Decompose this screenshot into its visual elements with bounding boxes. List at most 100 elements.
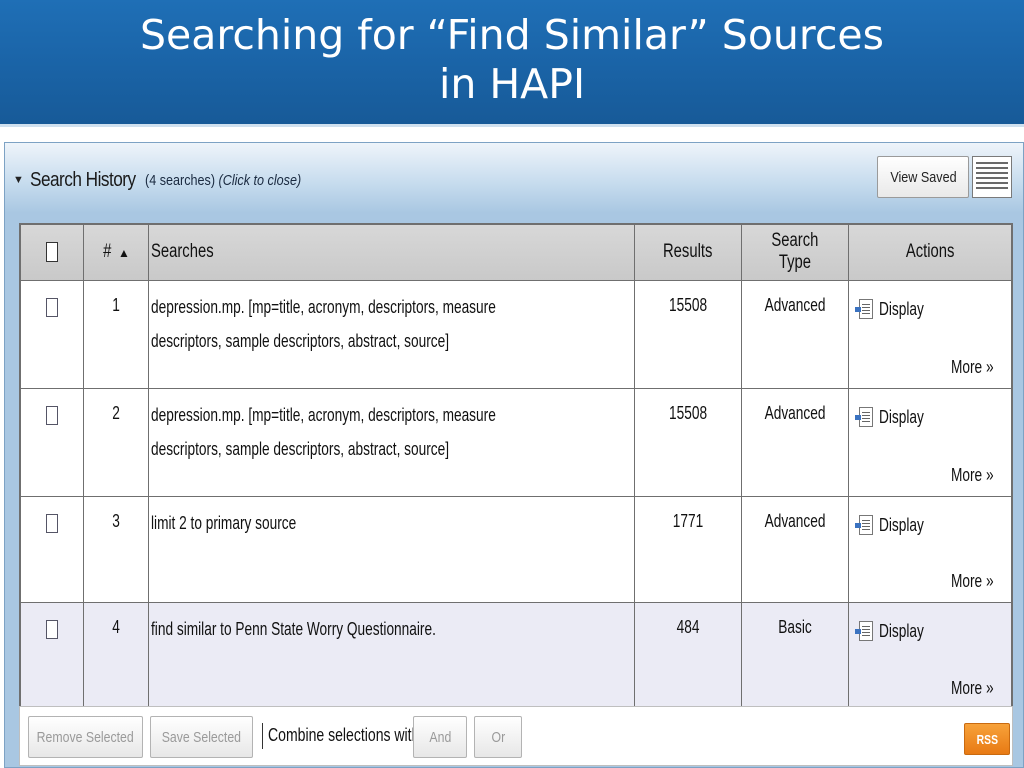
- display-document-icon[interactable]: [855, 621, 874, 641]
- remove-selected-label: Remove Selected: [36, 728, 135, 746]
- actions-cell: Display More »: [848, 387, 1013, 497]
- save-selected-button[interactable]: Save Selected: [150, 716, 253, 758]
- remove-selected-button[interactable]: Remove Selected: [28, 716, 143, 758]
- click-to-close-link[interactable]: (Click to close): [218, 172, 301, 189]
- more-link[interactable]: More »: [951, 465, 1007, 486]
- history-footer-bar: Remove Selected Save Selected Combine se…: [19, 706, 1013, 766]
- search-query-line-1: find similar to Penn State Worry Questio…: [150, 618, 436, 639]
- slide-title-banner: Searching for “Find Similar” Sources in …: [0, 0, 1024, 127]
- search-history-panel: ▼ Search History (4 searches) (Click to …: [4, 142, 1024, 768]
- search-history-meta[interactable]: (4 searches) (Click to close): [145, 172, 301, 189]
- slide-title-line-1: Searching for “Find Similar” Sources: [139, 11, 884, 59]
- list-lines-icon[interactable]: [972, 156, 1012, 198]
- more-label[interactable]: More »: [951, 465, 994, 486]
- results-count: 1771: [672, 510, 704, 531]
- display-label[interactable]: Display: [879, 621, 924, 642]
- searches-column-header: Searches: [147, 223, 635, 281]
- table-row: 3 limit 2 to primary source 1771 Advance…: [19, 495, 1013, 603]
- combine-label-text: Combine selections with:: [268, 725, 424, 745]
- search-type-value: Advanced: [764, 510, 826, 531]
- save-selected-label: Save Selected: [161, 728, 242, 746]
- row-checkbox[interactable]: [46, 619, 59, 639]
- searches-header-label: Searches: [150, 241, 214, 263]
- actions-header-label: Actions: [905, 241, 955, 263]
- more-link[interactable]: More »: [951, 357, 1007, 378]
- row-select-cell[interactable]: [19, 279, 85, 389]
- display-link[interactable]: Display: [855, 407, 938, 428]
- view-saved-button[interactable]: View Saved: [877, 156, 969, 198]
- results-cell: 15508: [633, 387, 743, 497]
- display-document-icon[interactable]: [855, 407, 874, 427]
- rss-label: RSS: [976, 731, 998, 747]
- number-column-header[interactable]: # ▲: [83, 223, 149, 281]
- search-query-cell: find similar to Penn State Worry Questio…: [147, 601, 635, 711]
- search-query-cell: depression.mp. [mp=title, acronym, descr…: [147, 279, 635, 389]
- sort-ascending-icon[interactable]: ▲: [118, 246, 130, 260]
- search-type-cell: Basic: [741, 601, 850, 711]
- combine-and-button[interactable]: And: [413, 716, 467, 758]
- more-label[interactable]: More »: [951, 678, 994, 699]
- results-count: 15508: [668, 294, 707, 315]
- search-query-line-2: descriptors, sample descriptors, abstrac…: [150, 438, 449, 459]
- row-select-cell[interactable]: [19, 387, 85, 497]
- more-label[interactable]: More »: [951, 571, 994, 592]
- row-number: 1: [112, 294, 120, 315]
- search-query-cell: depression.mp. [mp=title, acronym, descr…: [147, 387, 635, 497]
- display-document-icon[interactable]: [855, 515, 874, 535]
- footer-divider: [262, 723, 263, 749]
- search-query-line-1: limit 2 to primary source: [150, 512, 297, 533]
- display-label[interactable]: Display: [879, 515, 924, 536]
- results-header-label: Results: [663, 241, 713, 263]
- results-count: 15508: [668, 402, 707, 423]
- row-number-cell: 1: [83, 279, 149, 389]
- actions-cell: Display More »: [848, 601, 1013, 711]
- search-query-cell: limit 2 to primary source: [147, 495, 635, 603]
- slide-title-line-2: in HAPI: [438, 60, 586, 108]
- display-link[interactable]: Display: [855, 515, 938, 536]
- search-type-header-label: Search Type: [771, 230, 819, 274]
- select-all-checkbox[interactable]: [46, 242, 59, 263]
- display-label[interactable]: Display: [879, 407, 924, 428]
- results-cell: 1771: [633, 495, 743, 603]
- row-number-cell: 2: [83, 387, 149, 497]
- more-link[interactable]: More »: [951, 571, 1007, 592]
- search-history-title[interactable]: Search History: [30, 169, 136, 192]
- search-query-line-2: descriptors, sample descriptors, abstrac…: [150, 330, 449, 351]
- combine-or-button[interactable]: Or: [474, 716, 522, 758]
- row-number-cell: 3: [83, 495, 149, 603]
- actions-column-header: Actions: [848, 223, 1013, 281]
- row-checkbox[interactable]: [46, 513, 59, 533]
- search-type-value: Basic: [778, 616, 812, 637]
- display-document-icon[interactable]: [855, 299, 874, 319]
- row-number: 2: [112, 402, 120, 423]
- search-type-cell: Advanced: [741, 387, 850, 497]
- rss-feed-button[interactable]: RSS: [964, 723, 1010, 755]
- more-label[interactable]: More »: [951, 357, 994, 378]
- results-count: 484: [676, 616, 700, 637]
- row-checkbox[interactable]: [46, 405, 59, 425]
- search-type-cell: Advanced: [741, 279, 850, 389]
- and-label: And: [429, 728, 451, 746]
- actions-cell: Display More »: [848, 495, 1013, 603]
- row-select-cell[interactable]: [19, 601, 85, 711]
- select-all-header[interactable]: [19, 223, 85, 281]
- actions-cell: Display More »: [848, 279, 1013, 389]
- search-type-column-header: Search Type: [741, 223, 850, 281]
- display-link[interactable]: Display: [855, 621, 938, 642]
- collapse-triangle-icon[interactable]: ▼: [13, 174, 24, 186]
- search-type-value: Advanced: [764, 294, 826, 315]
- results-cell: 484: [633, 601, 743, 711]
- table-row: 4 find similar to Penn State Worry Quest…: [19, 601, 1013, 711]
- or-label: Or: [491, 728, 505, 746]
- row-select-cell[interactable]: [19, 495, 85, 603]
- row-number: 3: [112, 510, 120, 531]
- display-link[interactable]: Display: [855, 299, 938, 320]
- search-history-header[interactable]: ▼ Search History (4 searches) (Click to …: [13, 168, 331, 192]
- view-saved-label: View Saved: [889, 168, 957, 186]
- display-label[interactable]: Display: [879, 299, 924, 320]
- more-link[interactable]: More »: [951, 678, 1007, 699]
- number-header-label[interactable]: #: [103, 241, 111, 263]
- results-cell: 15508: [633, 279, 743, 389]
- row-checkbox[interactable]: [46, 297, 59, 317]
- search-type-cell: Advanced: [741, 495, 850, 603]
